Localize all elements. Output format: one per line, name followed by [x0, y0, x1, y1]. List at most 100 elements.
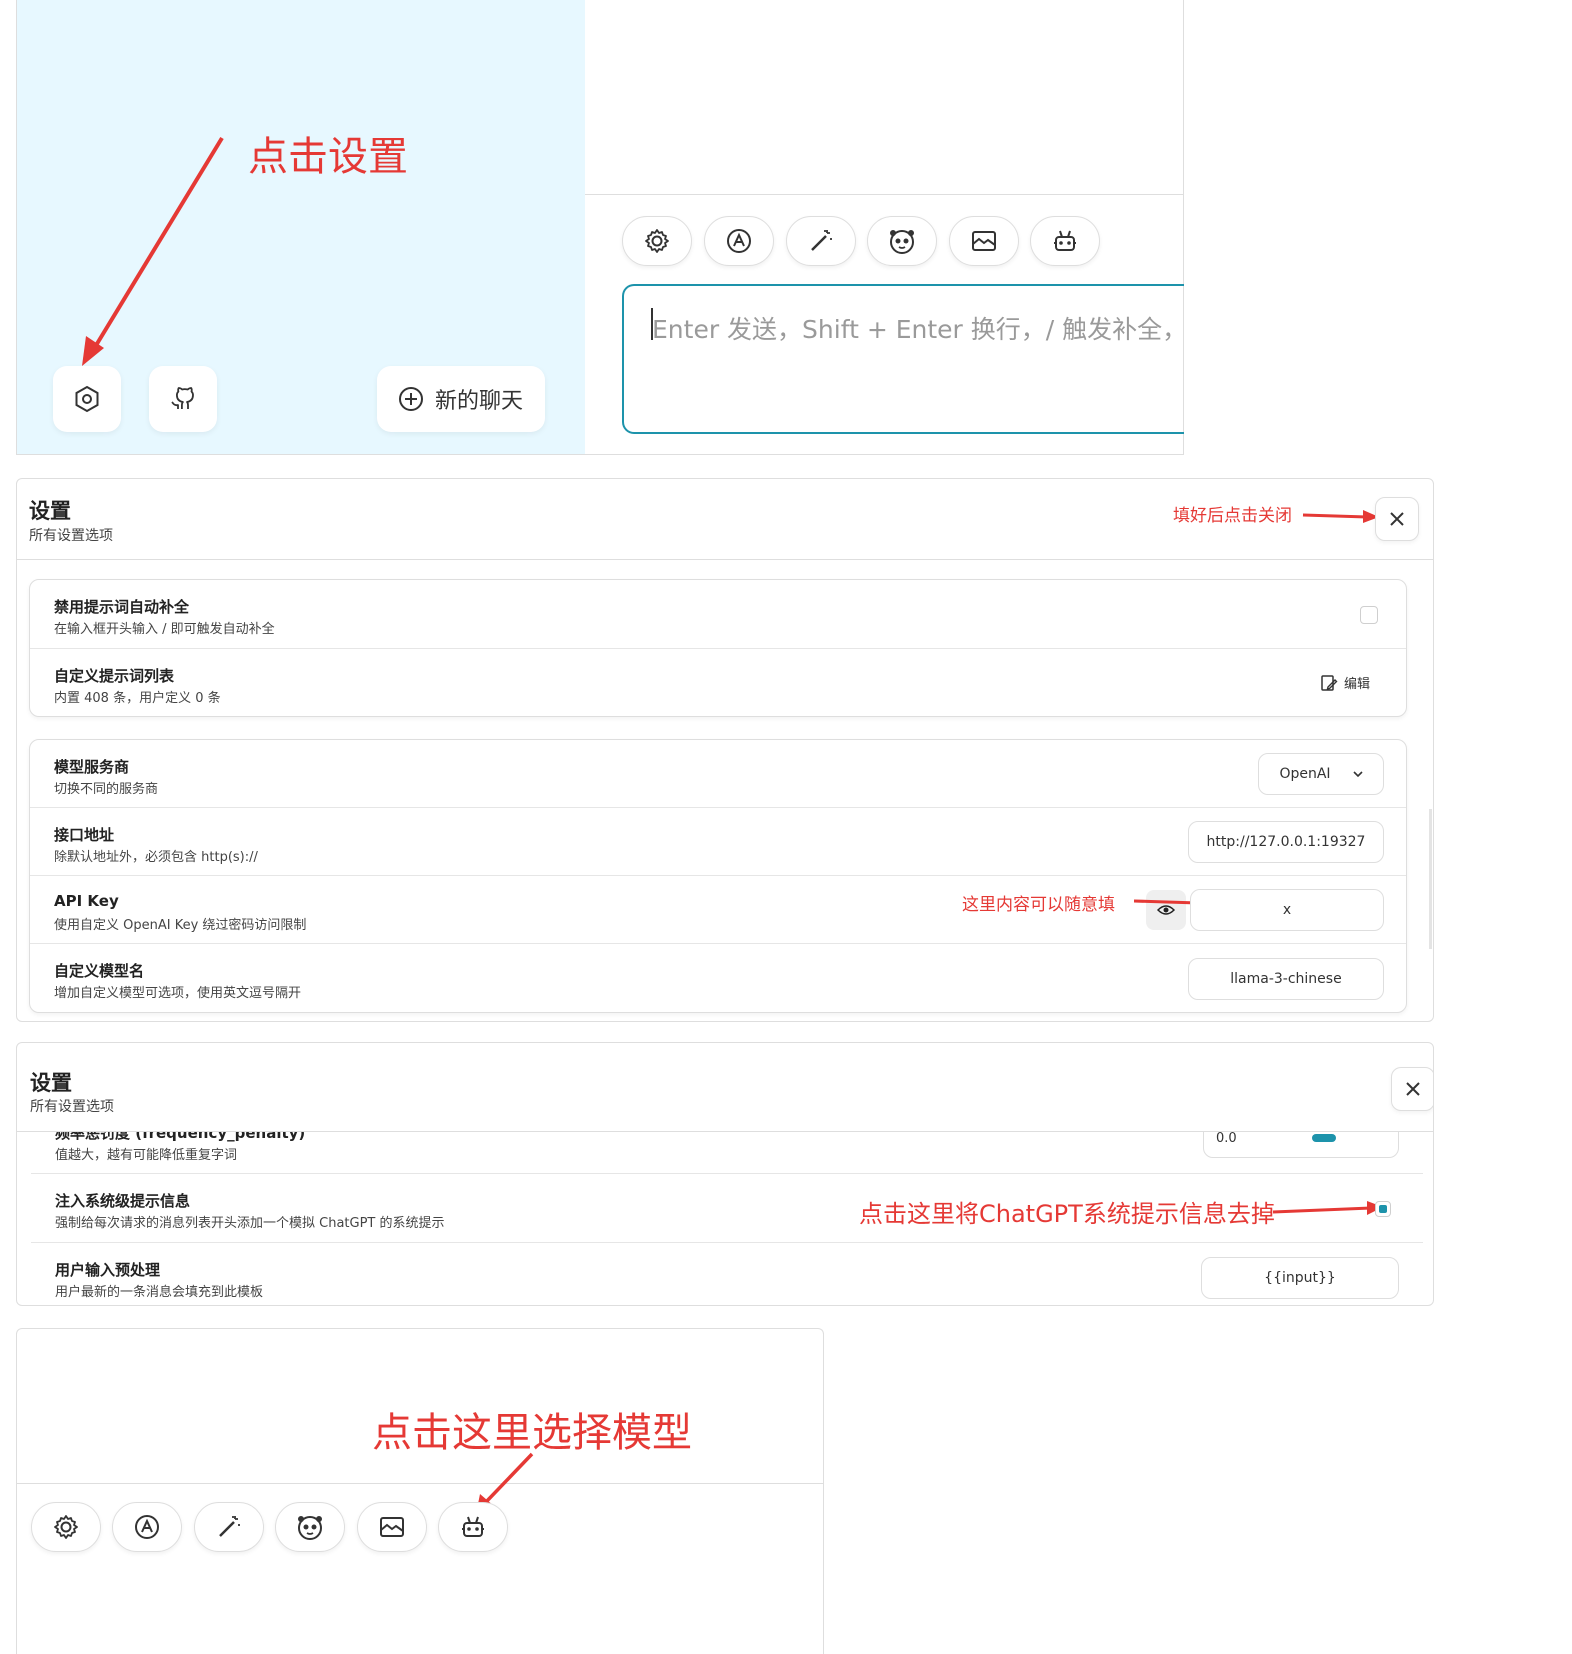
settings-card-prompts: 禁用提示词自动补全 在输入框开头输入 / 即可触发自动补全 自定义提示词列表 内… — [29, 579, 1407, 717]
prompt-icon — [727, 229, 751, 253]
settings-title: 设置 — [30, 1071, 72, 1095]
frequency-penalty-slider[interactable]: 0.0 — [1203, 1132, 1399, 1158]
prompt-icon — [135, 1515, 159, 1539]
github-button[interactable] — [149, 366, 217, 432]
row-subtitle: 切换不同的服务商 — [54, 782, 159, 797]
row-subtitle: 使用自定义 OpenAI Key 绕过密码访问限制 — [54, 918, 307, 933]
settings-row-endpoint: 接口地址 除默认地址外，必须包含 http(s):// http://127.0… — [30, 808, 1406, 876]
github-icon — [171, 387, 194, 409]
toolbar-prompt-button[interactable] — [704, 216, 774, 266]
toolbar-image-button[interactable] — [357, 1502, 427, 1552]
row-subtitle: 内置 408 条，用户定义 0 条 — [54, 691, 221, 706]
mask-icon — [298, 1516, 322, 1540]
custom-model-input[interactable]: llama-3-chinese — [1188, 958, 1384, 1000]
new-chat-label: 新的聊天 — [435, 389, 524, 414]
chat-divider — [585, 194, 1183, 195]
magic-wand-icon — [811, 230, 832, 251]
gear-icon — [54, 1515, 78, 1539]
settings-subtitle: 所有设置选项 — [30, 1099, 114, 1115]
toolbar-mask-button[interactable] — [867, 216, 937, 266]
settings-hex-icon — [75, 385, 99, 413]
settings-row-system-prompt: 注入系统级提示信息 强制给每次请求的消息列表开头添加一个模拟 ChatGPT 的… — [31, 1174, 1423, 1243]
row-title: 自定义模型名 — [54, 962, 145, 980]
row-title: 频率惩罚度 (frequency_penalty) — [55, 1132, 306, 1142]
edit-label: 编辑 — [1344, 677, 1371, 692]
toolbar-mask-button[interactable] — [275, 1502, 345, 1552]
annotation-click-settings: 点击设置 — [248, 134, 408, 180]
settings-row-provider: 模型服务商 切换不同的服务商 OpenAI — [30, 740, 1406, 808]
api-key-input[interactable]: x — [1190, 889, 1384, 931]
settings-row-frequency-penalty: 频率惩罚度 (frequency_penalty) 值越大，越有可能降低重复字词… — [31, 1132, 1423, 1174]
row-title: 接口地址 — [54, 826, 115, 844]
toolbar-model-button[interactable] — [1030, 216, 1100, 266]
toolbar-prompt-button[interactable] — [112, 1502, 182, 1552]
scrollbar[interactable] — [1429, 809, 1432, 949]
settings-panel-1: 设置 所有设置选项 填好后点击关闭 禁用提示词自动补全 在输入框开头输入 / 即… — [16, 478, 1434, 1022]
magic-wand-icon — [219, 1516, 240, 1537]
annotation-arrow-settings — [82, 136, 224, 366]
robot-icon — [1054, 230, 1076, 251]
row-title: API Key — [54, 892, 119, 910]
chat-window-bottom — [16, 1328, 824, 1654]
settings-close-button[interactable] — [1375, 497, 1419, 541]
row-subtitle: 增加自定义模型可选项，使用英文逗号隔开 — [54, 986, 302, 1001]
settings-row-api-key: API Key 使用自定义 OpenAI Key 绕过密码访问限制 这里内容可以… — [30, 876, 1406, 944]
new-chat-button[interactable]: 新的聊天 — [377, 366, 545, 432]
chevron-down-icon — [1352, 771, 1363, 778]
input-template-field[interactable]: {{input}} — [1201, 1257, 1399, 1299]
close-icon — [1406, 1082, 1420, 1096]
system-prompt-checkbox[interactable] — [1375, 1201, 1391, 1217]
image-icon — [380, 1517, 404, 1537]
row-subtitle: 值越大，越有可能降低重复字词 — [55, 1148, 238, 1163]
frequency-penalty-value: 0.0 — [1216, 1132, 1237, 1146]
toolbar-image-button[interactable] — [949, 216, 1019, 266]
robot-icon — [462, 1516, 484, 1537]
provider-value: OpenAI — [1279, 766, 1331, 782]
settings-row-disable-autocomplete: 禁用提示词自动补全 在输入框开头输入 / 即可触发自动补全 — [30, 580, 1406, 649]
row-title: 用户输入预处理 — [55, 1261, 161, 1279]
toolbar-magic-button[interactable] — [786, 216, 856, 266]
mask-icon — [890, 230, 914, 254]
close-icon — [1390, 512, 1404, 526]
row-title: 注入系统级提示信息 — [55, 1192, 191, 1210]
settings-row-custom-prompts: 自定义提示词列表 内置 408 条，用户定义 0 条 编辑 — [30, 649, 1406, 718]
settings-title: 设置 — [29, 499, 71, 523]
settings-row-custom-model: 自定义模型名 增加自定义模型可选项，使用英文逗号隔开 llama-3-chine… — [30, 944, 1406, 1014]
row-title: 自定义提示词列表 — [54, 667, 175, 685]
row-title: 禁用提示词自动补全 — [54, 598, 190, 616]
chat-input-placeholder: Enter 发送，Shift + Enter 换行，/ 触发补全， — [652, 315, 1184, 344]
toolbar-magic-button[interactable] — [194, 1502, 264, 1552]
settings-panel-2: 设置 所有设置选项 频率惩罚度 (frequency_penalty) 值越大，… — [16, 1042, 1434, 1306]
settings-close-button[interactable] — [1391, 1067, 1433, 1111]
row-subtitle: 用户最新的一条消息会填充到此模板 — [55, 1285, 264, 1300]
gear-icon — [645, 229, 669, 253]
settings-subtitle: 所有设置选项 — [29, 528, 113, 544]
edit-icon — [1321, 674, 1338, 691]
provider-select[interactable]: OpenAI — [1258, 753, 1384, 795]
slider-thumb[interactable] — [1312, 1134, 1336, 1142]
image-icon — [972, 231, 996, 251]
annotation-system-prompt: 点击这里将ChatGPT系统提示信息去掉 — [859, 1200, 1275, 1228]
chat-divider — [17, 1483, 823, 1484]
settings-button[interactable] — [53, 366, 121, 432]
toolbar-settings-button[interactable] — [622, 216, 692, 266]
settings-scroll-area: 频率惩罚度 (frequency_penalty) 值越大，越有可能降低重复字词… — [31, 1132, 1423, 1305]
toolbar-settings-button[interactable] — [31, 1502, 101, 1552]
row-title: 模型服务商 — [54, 758, 130, 776]
edit-prompts-button[interactable]: 编辑 — [1320, 673, 1370, 692]
settings-header-divider — [17, 559, 1433, 560]
settings-card-model: 模型服务商 切换不同的服务商 OpenAI 接口地址 除默认地址外，必须包含 h… — [29, 739, 1407, 1013]
settings-row-input-template: 用户输入预处理 用户最新的一条消息会填充到此模板 {{input}} — [31, 1243, 1423, 1305]
annotation-arrow-system-prompt — [1273, 1201, 1383, 1215]
chat-input[interactable]: Enter 发送，Shift + Enter 换行，/ 触发补全， — [622, 284, 1184, 434]
annotation-arrow-close — [1302, 510, 1379, 523]
row-subtitle: 在输入框开头输入 / 即可触发自动补全 — [54, 622, 275, 637]
endpoint-input[interactable]: http://127.0.0.1:19327 — [1188, 821, 1384, 863]
row-subtitle: 强制给每次请求的消息列表开头添加一个模拟 ChatGPT 的系统提示 — [55, 1216, 445, 1231]
plus-circle-icon — [399, 387, 423, 411]
toolbar-model-button[interactable] — [438, 1502, 508, 1552]
checkbox-check-mark — [1379, 1205, 1387, 1213]
annotation-close: 填好后点击关闭 — [1173, 506, 1292, 526]
annotation-api-key: 这里内容可以随意填 — [962, 895, 1115, 915]
disable-autocomplete-checkbox[interactable] — [1360, 606, 1378, 624]
